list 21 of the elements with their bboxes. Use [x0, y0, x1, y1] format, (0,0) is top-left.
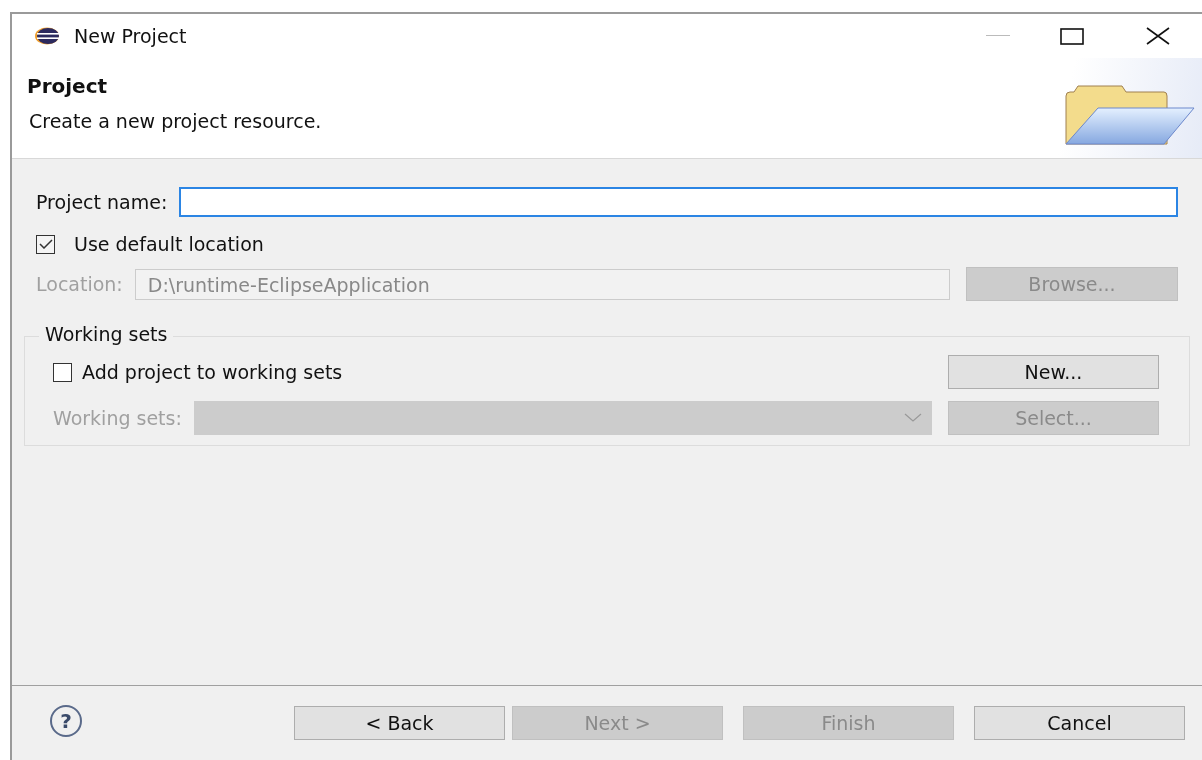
folder-icon [1064, 84, 1196, 146]
group-title: Working sets [39, 323, 174, 345]
working-sets-label: Working sets: [53, 407, 182, 429]
project-name-field[interactable] [179, 187, 1178, 217]
window-title: New Project [74, 25, 187, 47]
chevron-down-icon [904, 413, 922, 423]
location-label: Location: [36, 273, 123, 295]
maximize-icon[interactable] [1060, 27, 1084, 45]
checkbox-label: Add project to working sets [82, 361, 343, 383]
checkbox[interactable] [53, 362, 72, 382]
wizard-button[interactable]: < Back [294, 706, 505, 740]
new-button[interactable]: New... [948, 355, 1159, 389]
checkbox-label: Use default location [74, 233, 264, 255]
page-description: Create a new project resource. [29, 110, 323, 132]
page-title: Project [27, 74, 109, 98]
help-icon[interactable]: ? [50, 705, 82, 737]
checkbox[interactable] [36, 234, 55, 254]
app-logo-icon [34, 27, 60, 45]
project-name-label: Project name: [36, 191, 168, 213]
wizard-button[interactable]: Cancel [974, 706, 1185, 740]
close-icon[interactable] [1146, 27, 1170, 45]
